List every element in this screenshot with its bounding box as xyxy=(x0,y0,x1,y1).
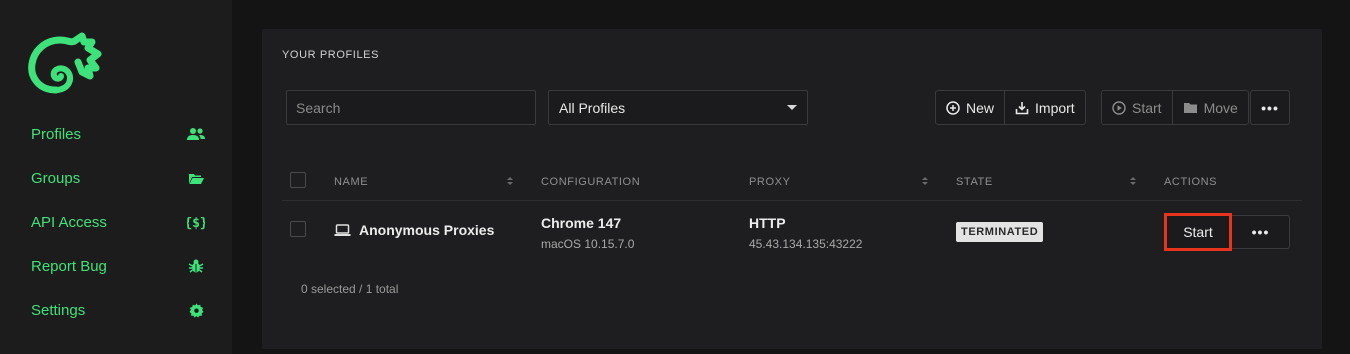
laptop-icon xyxy=(334,223,351,236)
bug-icon xyxy=(186,256,206,276)
profile-filter-select[interactable]: All Profiles xyxy=(548,90,808,125)
import-icon xyxy=(1015,101,1029,114)
select-all-checkbox[interactable] xyxy=(290,172,306,188)
sidebar-item-profiles[interactable]: Profiles xyxy=(0,112,232,156)
import-button[interactable]: Import xyxy=(1004,91,1085,124)
sidebar-item-label: Report Bug xyxy=(31,257,107,275)
caret-down-icon xyxy=(787,105,797,110)
sort-icon[interactable] xyxy=(921,175,929,187)
import-button-label: Import xyxy=(1035,99,1075,116)
status-badge: TERMINATED xyxy=(956,222,1044,242)
browser-version: Chrome 147 xyxy=(541,215,622,231)
proxy-address: 45.43.134.135:43222 xyxy=(749,237,863,251)
profile-name: Anonymous Proxies xyxy=(359,222,495,238)
bulk-start-button[interactable]: Start xyxy=(1102,91,1172,124)
bulk-action-group: Start Move xyxy=(1101,90,1249,125)
column-header-configuration: CONFIGURATION xyxy=(541,176,641,188)
sort-icon[interactable] xyxy=(1129,175,1137,187)
svg-text:{$}: {$} xyxy=(187,216,205,230)
plus-circle-icon xyxy=(946,100,960,115)
row-more-button[interactable]: ••• xyxy=(1232,215,1290,249)
sidebar-item-label: Settings xyxy=(31,301,86,319)
folder-icon xyxy=(1183,102,1197,113)
chameleon-logo-icon[interactable] xyxy=(26,32,104,96)
bulk-more-button[interactable]: ••• xyxy=(1250,90,1290,125)
sidebar: Profiles Groups API Access {$} Report Bu… xyxy=(0,0,232,354)
column-header-state[interactable]: STATE xyxy=(956,176,993,188)
search-input[interactable] xyxy=(286,90,536,125)
sidebar-item-label: Groups xyxy=(31,169,81,187)
sidebar-item-report-bug[interactable]: Report Bug xyxy=(0,244,232,288)
more-dots-icon: ••• xyxy=(1251,224,1270,240)
code-braces-icon: {$} xyxy=(186,212,206,232)
gear-icon xyxy=(186,300,206,320)
row-checkbox[interactable] xyxy=(290,221,306,237)
os-version: macOS 10.15.7.0 xyxy=(541,237,635,251)
start-button[interactable]: Start xyxy=(1164,213,1232,251)
bulk-start-label: Start xyxy=(1132,99,1162,116)
sidebar-item-api-access[interactable]: API Access {$} xyxy=(0,200,232,244)
column-header-actions: ACTIONS xyxy=(1164,176,1218,188)
sidebar-item-groups[interactable]: Groups xyxy=(0,156,232,200)
sidebar-item-settings[interactable]: Settings xyxy=(0,288,232,332)
selection-summary: 0 selected / 1 total xyxy=(301,282,399,296)
column-header-name[interactable]: NAME xyxy=(334,176,368,188)
bulk-move-button[interactable]: Move xyxy=(1171,91,1248,124)
page-title: YOUR PROFILES xyxy=(282,49,380,61)
profile-name-cell[interactable]: Anonymous Proxies xyxy=(334,222,494,238)
proxy-type: HTTP xyxy=(749,215,786,231)
play-circle-icon xyxy=(1112,100,1126,115)
column-header-proxy[interactable]: PROXY xyxy=(749,176,791,188)
new-button[interactable]: New xyxy=(936,91,1004,124)
users-icon xyxy=(186,124,206,144)
create-button-group: New Import xyxy=(935,90,1086,125)
header-divider xyxy=(282,200,1302,201)
new-button-label: New xyxy=(966,99,995,116)
sidebar-nav: Profiles Groups API Access {$} Report Bu… xyxy=(0,112,232,332)
sort-icon[interactable] xyxy=(506,175,514,187)
bulk-move-label: Move xyxy=(1203,99,1238,116)
sidebar-item-label: API Access xyxy=(31,213,107,231)
more-dots-icon: ••• xyxy=(1261,99,1279,116)
profiles-panel: YOUR PROFILES All Profiles New Import St… xyxy=(262,29,1322,349)
folder-open-icon xyxy=(186,168,206,188)
sidebar-item-label: Profiles xyxy=(31,125,82,143)
profile-filter-value: All Profiles xyxy=(559,99,626,116)
